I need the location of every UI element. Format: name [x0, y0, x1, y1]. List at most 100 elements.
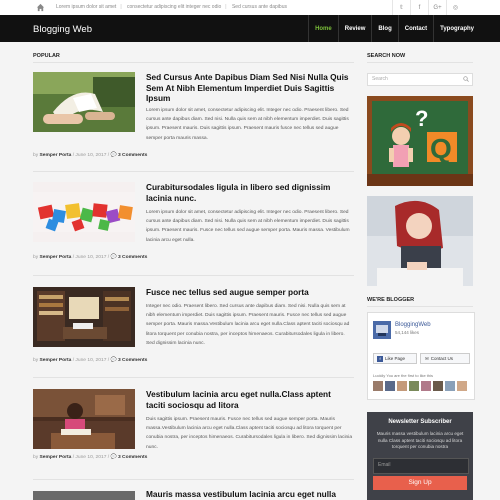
nav-item-typography[interactable]: Typography: [433, 15, 480, 42]
news-ticker: Lorem ipsum dolor sit amet | consectetur …: [56, 4, 287, 10]
post-card: Fusce nec tellus sed augue semper porta …: [33, 287, 354, 377]
nav-item-review[interactable]: Review: [337, 15, 372, 42]
newsletter-widget: Newsletter Subscriber Mauris massa vesti…: [367, 412, 473, 500]
page-likes: 54,144 likes: [395, 330, 420, 335]
post-divider: [33, 171, 354, 172]
page-name[interactable]: BloggingWeb: [395, 322, 431, 328]
mail-icon: ✉: [425, 356, 429, 361]
post-author[interactable]: Semper Porta: [40, 153, 72, 158]
post-card: Curabitursodales ligula in libero sed di…: [33, 182, 354, 272]
avatar[interactable]: [409, 381, 419, 391]
ticker-item[interactable]: Sed cursus ante dapibus: [232, 4, 287, 10]
avatar[interactable]: [421, 381, 431, 391]
section-divider: [33, 62, 354, 63]
like-page-button[interactable]: f Like Page: [373, 353, 417, 364]
post-meta: by Semper Porta / June 10, 2017 / 💬 3 Co…: [33, 358, 148, 363]
sidebar-image-question[interactable]: ? Q: [367, 96, 473, 186]
sidebar-title-search: SEARCH NOW: [367, 53, 406, 59]
email-placeholder: Email: [378, 462, 391, 468]
page-avatar[interactable]: [373, 321, 391, 339]
sidebar-divider: [367, 306, 473, 307]
sign-up-button[interactable]: Sign Up: [373, 476, 467, 490]
social-links: 𝕥 f G+ ◎: [392, 0, 464, 15]
comment-icon: 💬: [110, 153, 117, 158]
post-author[interactable]: Semper Porta: [40, 455, 72, 460]
nav-item-contact[interactable]: Contact: [397, 15, 433, 42]
sidebar-image-student[interactable]: [367, 196, 473, 286]
post-thumbnail-reading[interactable]: [33, 72, 135, 132]
contact-us-button[interactable]: ✉ Contact Us: [420, 353, 470, 364]
post-comments[interactable]: 3 Comments: [118, 153, 147, 158]
comment-icon: 💬: [110, 455, 117, 460]
comment-icon: 💬: [110, 358, 117, 363]
twitter-icon[interactable]: 𝕥: [392, 0, 410, 15]
post-thumbnail-student[interactable]: [33, 389, 135, 449]
avatar[interactable]: [445, 381, 455, 391]
post-excerpt: Lorem ipsum dolor sit amet, consectetur …: [146, 108, 349, 141]
like-page-label: Like Page: [385, 356, 406, 361]
post-thumbnail-letters[interactable]: [33, 182, 135, 242]
post-card: Sed Cursus Ante Dapibus Diam Sed Nisi Nu…: [33, 72, 354, 162]
comment-icon: 💬: [110, 255, 117, 260]
svg-text:Q: Q: [430, 133, 452, 164]
instagram-icon[interactable]: ◎: [446, 0, 464, 15]
post-divider: [33, 479, 354, 480]
post-title[interactable]: Curabitursodales ligula in libero sed di…: [146, 182, 351, 203]
post-date: June 10, 2017: [75, 255, 107, 260]
post-meta: by Semper Porta / June 10, 2017 / 💬 3 Co…: [33, 455, 148, 460]
newsletter-email-field[interactable]: Email: [373, 458, 469, 474]
post-excerpt: Lorem ipsum dolor sit amet, consectetur …: [146, 210, 350, 243]
sidebar-divider: [367, 62, 473, 63]
post-thumbnail-library[interactable]: [33, 287, 135, 347]
avatar[interactable]: [457, 381, 467, 391]
site-brand[interactable]: Blogging Web: [33, 24, 92, 35]
top-bar: Lorem ipsum dolor sit amet | consectetur …: [0, 0, 500, 16]
post-card: Mauris massa vestibulum lacinia arcu ege…: [33, 491, 354, 500]
avatar[interactable]: [397, 381, 407, 391]
post-comments[interactable]: 3 Comments: [118, 255, 147, 260]
post-thumbnail[interactable]: [33, 491, 135, 500]
svg-text:?: ?: [415, 106, 428, 131]
avatar[interactable]: [385, 381, 395, 391]
search-placeholder: Search: [372, 76, 388, 82]
post-meta: by Semper Porta / June 10, 2017 / 💬 3 Co…: [33, 153, 148, 158]
home-icon[interactable]: [36, 3, 45, 12]
post-comments[interactable]: 3 Comments: [118, 358, 147, 363]
post-date: June 10, 2017: [75, 358, 107, 363]
post-divider: [33, 275, 354, 276]
facebook-icon[interactable]: f: [410, 0, 428, 15]
nav-menu: Home Review Blog Contact Typography: [308, 15, 480, 42]
post-title[interactable]: Vestibulum lacinia arcu eget nulla.Class…: [146, 389, 351, 410]
sidebar-title-blogger: WE'RE BLOGGER: [367, 297, 415, 303]
facebook-icon: f: [377, 355, 383, 362]
post-author[interactable]: Semper Porta: [40, 358, 72, 363]
newsletter-title: Newsletter Subscriber: [388, 419, 452, 425]
nav-item-home[interactable]: Home: [308, 15, 338, 42]
main-navbar: Blogging Web Home Review Blog Contact Ty…: [0, 15, 500, 42]
post-date: June 10, 2017: [75, 455, 107, 460]
post-meta: by Semper Porta / June 10, 2017 / 💬 3 Co…: [33, 255, 148, 260]
fan-avatars: [373, 381, 467, 391]
newsletter-description: Mauris massa vestibulum lacinia arcu ege…: [376, 431, 464, 449]
ticker-item[interactable]: consectetur adipiscing elit integer nec …: [127, 4, 221, 10]
contact-us-label: Contact Us: [430, 356, 454, 361]
google-plus-icon[interactable]: G+: [428, 0, 446, 15]
post-divider: [33, 377, 354, 378]
section-title-popular: POPULAR: [33, 53, 60, 59]
post-card: Vestibulum lacinia arcu eget nulla.Class…: [33, 389, 354, 469]
post-author[interactable]: Semper Porta: [40, 255, 72, 260]
facebook-page-widget: BloggingWeb 54,144 likes f Like Page ✉ Con…: [367, 312, 475, 400]
nav-item-blog[interactable]: Blog: [371, 15, 397, 42]
post-comments[interactable]: 3 Comments: [118, 455, 147, 460]
post-title[interactable]: Sed Cursus Ante Dapibus Diam Sed Nisi Nu…: [146, 72, 351, 104]
search-icon[interactable]: [463, 76, 469, 82]
ticker-item[interactable]: Lorem ipsum dolor sit amet: [56, 4, 116, 10]
search-input[interactable]: Search: [367, 73, 473, 86]
post-title[interactable]: Mauris massa vestibulum lacinia arcu ege…: [146, 491, 351, 500]
post-date: June 10, 2017: [75, 153, 107, 158]
avatar[interactable]: [433, 381, 443, 391]
avatar[interactable]: [373, 381, 383, 391]
post-title[interactable]: Fusce nec tellus sed augue semper porta: [146, 287, 351, 298]
post-excerpt: Duis sagittis ipsum. Praesent mauris. Fu…: [146, 417, 353, 450]
post-excerpt: Integer nec odio. Praesent libero. Sed c…: [146, 304, 350, 346]
